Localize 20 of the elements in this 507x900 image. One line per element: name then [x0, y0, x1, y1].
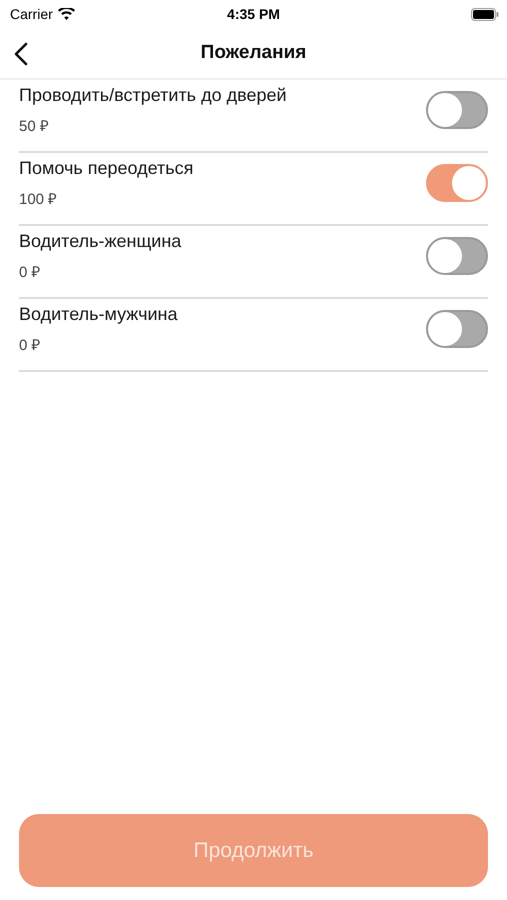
- continue-button[interactable]: Продолжить: [19, 814, 488, 887]
- toggle-switch[interactable]: [426, 164, 488, 202]
- carrier-name: Carrier: [10, 6, 53, 22]
- option-price: 50 ₽: [19, 116, 50, 134]
- option-price: 0 ₽: [19, 336, 42, 354]
- wifi-icon: [58, 8, 75, 20]
- toggle-switch[interactable]: [426, 90, 488, 128]
- option-label: Проводить/встретить до дверей: [19, 84, 287, 106]
- battery-icon: [471, 8, 499, 20]
- clock-time: 4:35 PM: [227, 6, 280, 22]
- option-label: Водитель-женщина: [19, 230, 182, 252]
- toggle-switch[interactable]: [426, 310, 488, 348]
- back-button[interactable]: [12, 40, 30, 68]
- toggle-switch[interactable]: [426, 236, 488, 274]
- option-price: 100 ₽: [19, 190, 58, 208]
- option-label: Водитель-мужчина: [19, 304, 178, 324]
- option-price: 0 ₽: [19, 262, 42, 280]
- page-title: Пожелания: [200, 42, 306, 64]
- chevron-left-icon: [14, 42, 28, 66]
- option-label: Помочь переодеться: [19, 158, 194, 178]
